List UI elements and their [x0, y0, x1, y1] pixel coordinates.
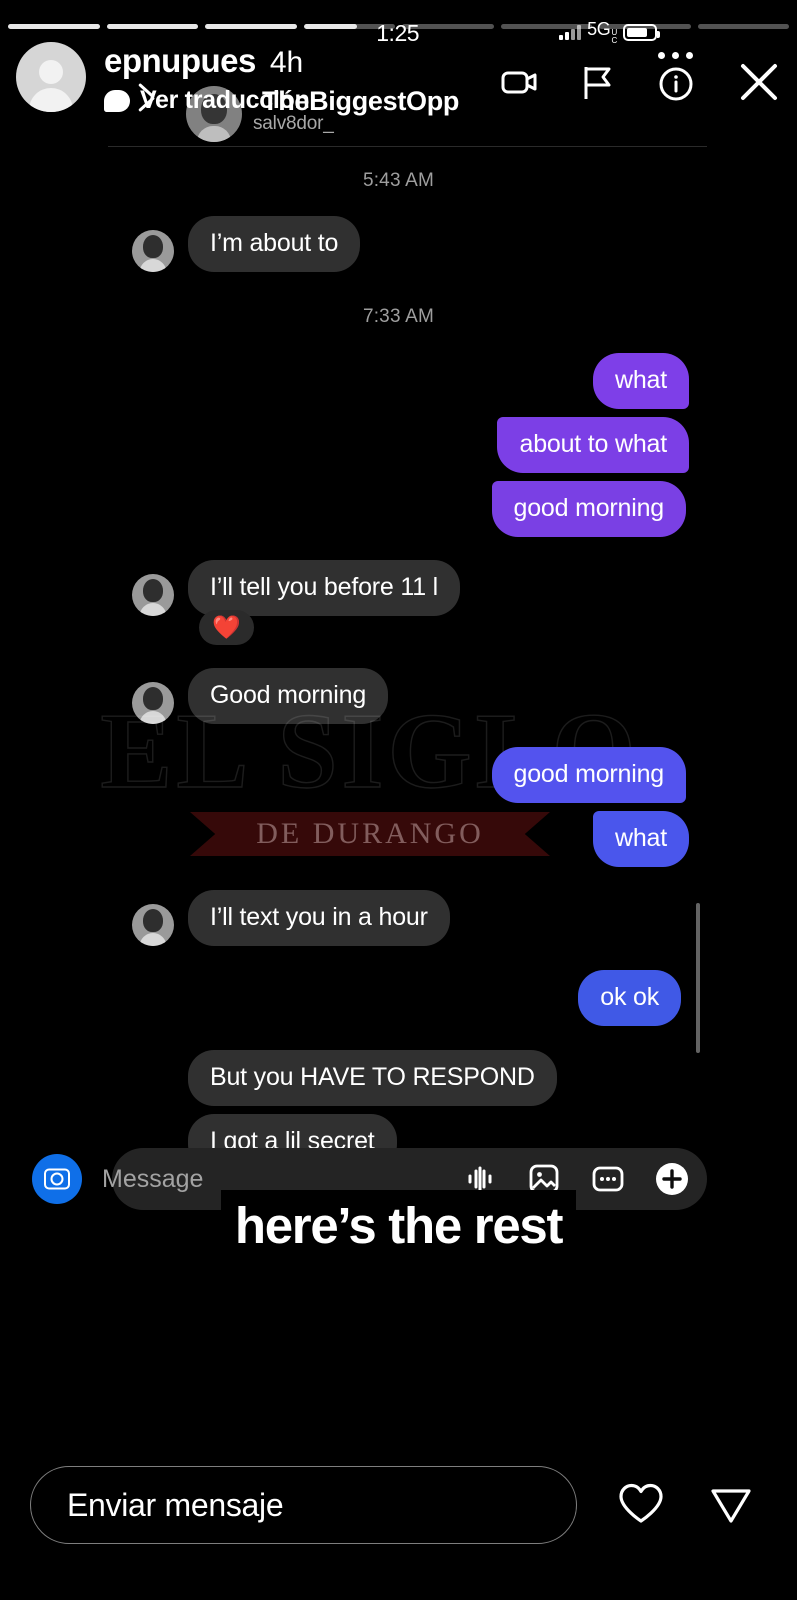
heart-icon[interactable] [615, 1477, 667, 1534]
dm-conversation-screenshot: TheBiggestOpp salv8dor_ 5:43 AM I’m abou… [0, 0, 797, 1600]
message-row: ok ok [0, 970, 697, 1026]
avatar[interactable] [16, 42, 86, 112]
message-row: I’ll tell you before 11 l [0, 560, 797, 616]
story-segment[interactable] [697, 24, 789, 29]
avatar [132, 229, 174, 272]
story-segment[interactable] [599, 24, 691, 29]
dm-peer-handle: salv8dor_ [253, 113, 334, 134]
message-row: what [0, 811, 705, 867]
message-bubble[interactable]: what [592, 811, 689, 867]
video-camera-icon[interactable] [499, 61, 541, 103]
send-paper-plane-icon[interactable] [705, 1477, 757, 1534]
story-username[interactable]: epnupues [104, 44, 256, 77]
story-segment[interactable] [500, 24, 592, 29]
message-bubble[interactable]: I’ll tell you before 11 l [188, 560, 460, 616]
message-row: I’m about to [0, 216, 797, 272]
see-translation-button[interactable]: Ver traducción [104, 86, 499, 115]
message-row: But you HAVE TO RESPOND [0, 1050, 797, 1106]
story-reply-bar: Enviar mensaje [0, 1466, 797, 1544]
info-circle-icon[interactable] [655, 61, 697, 103]
message-timestamp: 5:43 AM [362, 170, 435, 191]
message-row: what [0, 353, 705, 409]
story-age: 4h [269, 46, 304, 79]
message-bubble[interactable]: what [592, 353, 689, 409]
message-reaction[interactable]: ❤️ [199, 610, 254, 645]
more-options-icon[interactable] [658, 52, 693, 59]
vertical-scrollbar[interactable] [696, 903, 700, 1053]
story-caption-text: here’s the rest [220, 1190, 577, 1261]
reply-input-placeholder[interactable]: Enviar mensaje [67, 1487, 284, 1524]
story-progress-bar[interactable] [8, 24, 789, 29]
story-segment[interactable] [205, 24, 297, 29]
translate-bubble-icon [104, 89, 130, 112]
story-caption: here’s the rest [0, 1190, 797, 1261]
reply-input[interactable]: Enviar mensaje [30, 1466, 577, 1544]
message-row: good morning [0, 747, 702, 803]
heart-reaction-icon[interactable]: ❤️ [199, 610, 254, 645]
message-bubble[interactable]: I’ll text you in a hour [188, 890, 450, 946]
message-bubble[interactable]: good morning [491, 747, 686, 803]
story-header-actions [499, 42, 787, 108]
story-segment[interactable] [402, 24, 494, 29]
message-row: about to what [0, 417, 705, 473]
reply-actions [615, 1477, 757, 1534]
message-bubble[interactable]: But you HAVE TO RESPOND [188, 1050, 557, 1106]
message-row: Good morning [0, 668, 797, 724]
avatar [132, 903, 174, 946]
message-timestamp: 7:33 AM [362, 306, 435, 327]
story-segment[interactable] [106, 24, 198, 29]
story-owner-meta: epnupues 4h Ver traducción [104, 42, 499, 115]
divider [108, 146, 707, 147]
avatar [132, 573, 174, 616]
message-row: good morning [0, 481, 702, 537]
flag-icon[interactable] [577, 61, 619, 103]
message-bubble[interactable]: good morning [491, 481, 686, 537]
message-row: I’ll text you in a hour [0, 890, 797, 946]
message-bubble[interactable]: Good morning [188, 668, 389, 724]
message-bubble[interactable]: ok ok [578, 970, 681, 1026]
close-icon[interactable] [733, 56, 785, 108]
story-name-row: epnupues 4h [104, 44, 499, 78]
see-translation-label[interactable]: Ver traducción [140, 86, 310, 115]
avatar [132, 681, 174, 724]
story-segment-active[interactable] [303, 24, 395, 29]
message-bubble[interactable]: I’m about to [188, 216, 361, 272]
story-segment[interactable] [8, 24, 100, 29]
message-bubble[interactable]: about to what [497, 417, 689, 473]
